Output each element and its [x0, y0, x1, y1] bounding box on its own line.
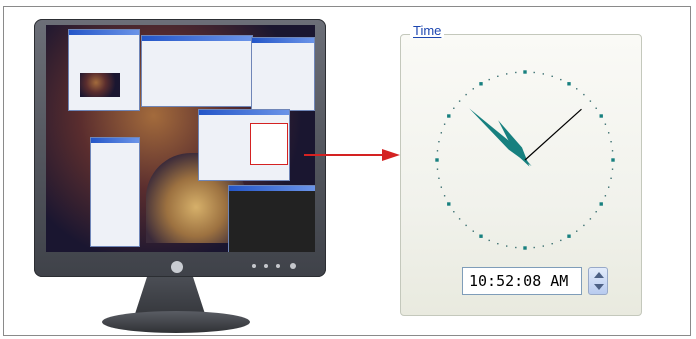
power-button [290, 263, 296, 269]
hour-marker [523, 246, 527, 250]
hour-marker [479, 234, 483, 238]
minute-marker [453, 107, 455, 109]
hour-marker [523, 70, 527, 74]
hour-marker [447, 114, 451, 118]
minute-marker [560, 78, 562, 81]
minute-marker [515, 246, 517, 249]
minute-marker [595, 107, 597, 109]
analog-clock [435, 70, 615, 250]
minute-marker [607, 186, 610, 188]
chevron-up-icon[interactable] [594, 272, 604, 278]
minute-marker [611, 150, 614, 152]
chevron-down-icon[interactable] [594, 284, 604, 290]
minute-marker [436, 150, 439, 152]
hour-marker [479, 82, 483, 86]
monitor-screen [46, 25, 315, 252]
minute-marker [506, 73, 508, 75]
second-hand [524, 108, 582, 161]
minute-marker [589, 100, 592, 102]
hour-marker [599, 202, 603, 206]
minute-marker [497, 75, 499, 78]
minute-marker [488, 78, 490, 81]
monitor-base [102, 311, 250, 333]
minute-marker [576, 88, 578, 90]
minute-marker [515, 71, 517, 74]
screen-window [68, 29, 140, 111]
minute-marker [453, 211, 455, 213]
screen-clock-highlight [250, 123, 288, 165]
minute-marker [497, 242, 499, 245]
arrow-right-icon [304, 149, 400, 161]
hour-marker [435, 158, 439, 162]
minute-marker [610, 177, 612, 179]
monitor-button [264, 264, 268, 268]
minute-marker [560, 239, 562, 242]
minute-marker [611, 168, 614, 170]
brand-logo [171, 261, 183, 273]
minute-marker [551, 75, 553, 78]
minute-marker [589, 218, 592, 220]
minute-marker [604, 123, 607, 125]
minute-marker [610, 141, 612, 143]
minute-marker [440, 132, 443, 134]
hour-marker [599, 114, 603, 118]
minute-marker [576, 230, 578, 232]
minute-marker [607, 132, 610, 134]
minute-marker [438, 141, 440, 143]
minute-marker [583, 224, 585, 227]
minute-marker [436, 168, 439, 170]
minute-marker [542, 73, 544, 75]
minute-marker [458, 100, 461, 102]
minute-marker [443, 195, 446, 197]
minute-marker [440, 186, 443, 188]
hour-marker [567, 234, 571, 238]
minute-marker [604, 195, 607, 197]
minute-marker [533, 246, 535, 249]
minute-marker [443, 123, 446, 125]
minute-marker [465, 224, 467, 227]
minute-marker [472, 230, 474, 232]
minute-marker [488, 239, 490, 242]
screen-photo [80, 73, 120, 97]
minute-marker [438, 177, 440, 179]
monitor-button [252, 264, 256, 268]
screen-window [141, 35, 253, 107]
hour-marker [567, 82, 571, 86]
monitor-button [276, 264, 280, 268]
minute-hand [469, 108, 532, 167]
screen-window [228, 185, 315, 252]
monitor-icon [34, 15, 334, 335]
minute-marker [551, 242, 553, 245]
time-group-label: Time [410, 24, 445, 38]
time-spinner[interactable] [588, 267, 608, 295]
time-field[interactable]: 10:52:08 AM [462, 267, 582, 295]
minute-marker [472, 88, 474, 90]
minute-marker [458, 218, 461, 220]
screen-window [251, 37, 315, 111]
minute-marker [506, 245, 508, 247]
minute-marker [542, 245, 544, 247]
minute-marker [583, 93, 585, 96]
screen-window [90, 137, 140, 247]
hour-marker [447, 202, 451, 206]
hour-marker [611, 158, 615, 162]
minute-marker [533, 71, 535, 74]
minute-marker [595, 211, 597, 213]
minute-marker [465, 93, 467, 96]
